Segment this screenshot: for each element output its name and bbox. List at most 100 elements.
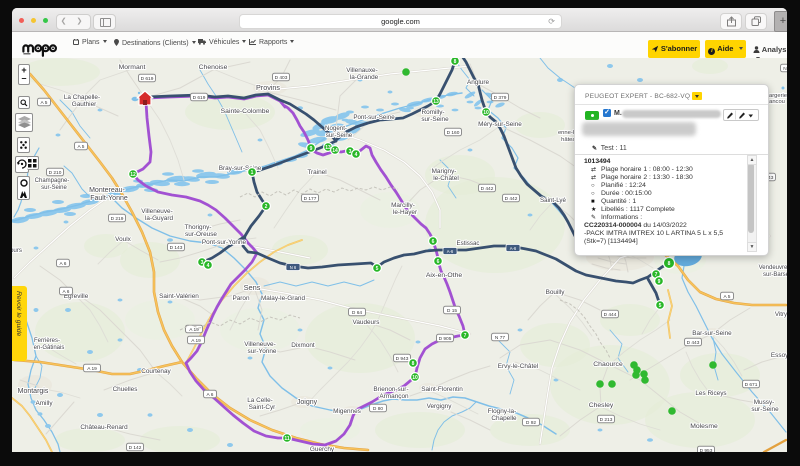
svg-text:A 19: A 19 <box>189 327 199 333</box>
svg-text:5: 5 <box>376 266 379 272</box>
svg-text:sur-Yonne: sur-Yonne <box>248 348 277 355</box>
svg-text:Saint-Cyr: Saint-Cyr <box>249 404 277 411</box>
svg-text:Sainte-Colombe: Sainte-Colombe <box>221 108 270 115</box>
svg-text:N 77: N 77 <box>495 335 505 341</box>
svg-text:D 160: D 160 <box>447 130 460 136</box>
svg-text:A 19: A 19 <box>191 338 201 344</box>
svg-text:D 142: D 142 <box>129 445 142 451</box>
svg-text:Nogent-: Nogent- <box>325 125 347 132</box>
svg-text:D 442: D 442 <box>505 196 518 202</box>
svg-text:D 619: D 619 <box>141 76 154 82</box>
svg-text:Dixmont: Dixmont <box>291 342 315 349</box>
svg-text:1: 1 <box>251 170 254 176</box>
svg-text:Champagne-: Champagne- <box>35 178 70 184</box>
svg-text:Sens: Sens <box>244 283 261 292</box>
svg-text:D 80: D 80 <box>373 406 383 412</box>
svg-text:Armançon: Armançon <box>379 393 409 400</box>
svg-text:A 5: A 5 <box>724 294 731 300</box>
svg-text:Villeneuve-: Villeneuve- <box>141 208 173 215</box>
svg-text:D 92: D 92 <box>526 420 536 426</box>
svg-text:A 19: A 19 <box>87 366 97 372</box>
svg-text:Romilly-: Romilly- <box>421 109 444 116</box>
svg-text:sur-Seine: sur-Seine <box>326 132 353 139</box>
svg-text:D 379: D 379 <box>494 95 507 101</box>
svg-text:Malay-le-Grand: Malay-le-Grand <box>261 295 305 302</box>
svg-text:Mussy-: Mussy- <box>754 399 775 406</box>
svg-text:D 403: D 403 <box>275 75 288 81</box>
svg-text:D 671: D 671 <box>745 382 758 388</box>
svg-text:13: 13 <box>433 99 439 105</box>
svg-text:sur-Barse: sur-Barse <box>763 272 787 278</box>
svg-text:le-Châtel: le-Châtel <box>433 175 459 182</box>
svg-text:Méry-sur-Seine: Méry-sur-Seine <box>478 121 522 128</box>
svg-text:Mormant: Mormant <box>119 64 146 71</box>
svg-text:D 905: D 905 <box>439 336 452 342</box>
svg-text:D 444: D 444 <box>604 312 617 318</box>
svg-text:Vendeuvre-: Vendeuvre- <box>759 265 787 271</box>
svg-text:2: 2 <box>265 204 268 210</box>
svg-text:6: 6 <box>437 259 440 265</box>
svg-text:D 953: D 953 <box>700 448 713 452</box>
svg-text:sur-Seine: sur-Seine <box>421 116 449 123</box>
svg-text:D 442: D 442 <box>481 186 494 192</box>
svg-text:6: 6 <box>432 239 435 245</box>
svg-text:7: 7 <box>464 333 467 339</box>
svg-text:le-Hayer: le-Hayer <box>393 209 418 216</box>
svg-text:5: 5 <box>659 303 662 309</box>
svg-text:Montereau-: Montereau- <box>89 187 125 194</box>
svg-text:D 213: D 213 <box>600 417 613 423</box>
svg-text:Pont-sur-Yonne: Pont-sur-Yonne <box>202 239 247 246</box>
svg-text:sur-Seine: sur-Seine <box>751 406 779 413</box>
svg-text:Bouilly: Bouilly <box>546 289 566 296</box>
svg-text:Villenauxe-: Villenauxe- <box>346 67 378 74</box>
svg-text:D 143: D 143 <box>170 245 183 251</box>
svg-text:D 210: D 210 <box>49 170 62 176</box>
svg-text:A 5: A 5 <box>78 144 85 150</box>
svg-text:N 6: N 6 <box>290 265 297 270</box>
svg-text:D 219: D 219 <box>111 216 124 222</box>
svg-text:Marcilly-: Marcilly- <box>391 202 415 209</box>
svg-text:en-Gâtinais: en-Gâtinais <box>34 345 65 351</box>
svg-text:A 6: A 6 <box>60 261 67 267</box>
svg-text:D 619: D 619 <box>193 95 206 101</box>
svg-text:Thorigny-: Thorigny- <box>185 224 212 231</box>
svg-text:4: 4 <box>355 152 358 158</box>
svg-text:Molesme: Molesme <box>690 423 718 430</box>
svg-text:Provins: Provins <box>256 83 280 92</box>
svg-text:Saint-Florentin: Saint-Florentin <box>421 386 463 393</box>
svg-text:D 443: D 443 <box>687 340 700 346</box>
svg-text:10: 10 <box>412 375 418 381</box>
svg-text:La Celle-: La Celle- <box>247 397 273 404</box>
svg-text:Joigny: Joigny <box>297 399 318 406</box>
svg-text:Chuelles: Chuelles <box>113 386 138 393</box>
svg-text:Guerchy: Guerchy <box>310 446 335 452</box>
svg-text:Saint-Lyé: Saint-Lyé <box>540 197 566 204</box>
svg-text:Aix-en-Othe: Aix-en-Othe <box>426 272 462 279</box>
svg-text:Pont-sur-Seine: Pont-sur-Seine <box>353 114 395 121</box>
svg-text:Courtenay: Courtenay <box>141 368 171 375</box>
svg-text:8: 8 <box>412 361 415 367</box>
svg-text:N 4: N 4 <box>783 66 787 72</box>
svg-text:Chaource: Chaource <box>593 361 623 368</box>
svg-text:Amilly: Amilly <box>35 400 53 407</box>
svg-text:Essoyes: Essoyes <box>771 352 787 359</box>
svg-text:A-6: A-6 <box>510 246 517 251</box>
svg-text:La Chapelle-: La Chapelle- <box>64 94 100 101</box>
svg-text:Fault-Yonne: Fault-Yonne <box>90 195 128 202</box>
svg-text:Marigny-: Marigny- <box>432 168 457 175</box>
svg-text:Chesley: Chesley <box>589 402 614 409</box>
svg-text:Saint-Valérien: Saint-Valérien <box>159 293 199 300</box>
svg-text:11: 11 <box>284 436 290 442</box>
svg-text:A 6: A 6 <box>63 289 70 295</box>
svg-text:A-6: A-6 <box>447 249 454 254</box>
svg-text:Ervy-le-Châtel: Ervy-le-Châtel <box>498 363 539 370</box>
svg-text:Estissac: Estissac <box>456 240 479 247</box>
svg-text:A 5: A 5 <box>41 100 48 106</box>
svg-text:D 15: D 15 <box>447 308 457 314</box>
svg-text:D 943: D 943 <box>396 356 409 362</box>
svg-text:enne-l: enne-l <box>558 130 574 136</box>
svg-text:Ferrières-: Ferrières- <box>34 338 60 344</box>
svg-text:Villeneuve-: Villeneuve- <box>244 341 276 348</box>
svg-text:Chapelle: Chapelle <box>491 415 517 422</box>
svg-text:sur-Oreuse: sur-Oreuse <box>185 231 217 238</box>
